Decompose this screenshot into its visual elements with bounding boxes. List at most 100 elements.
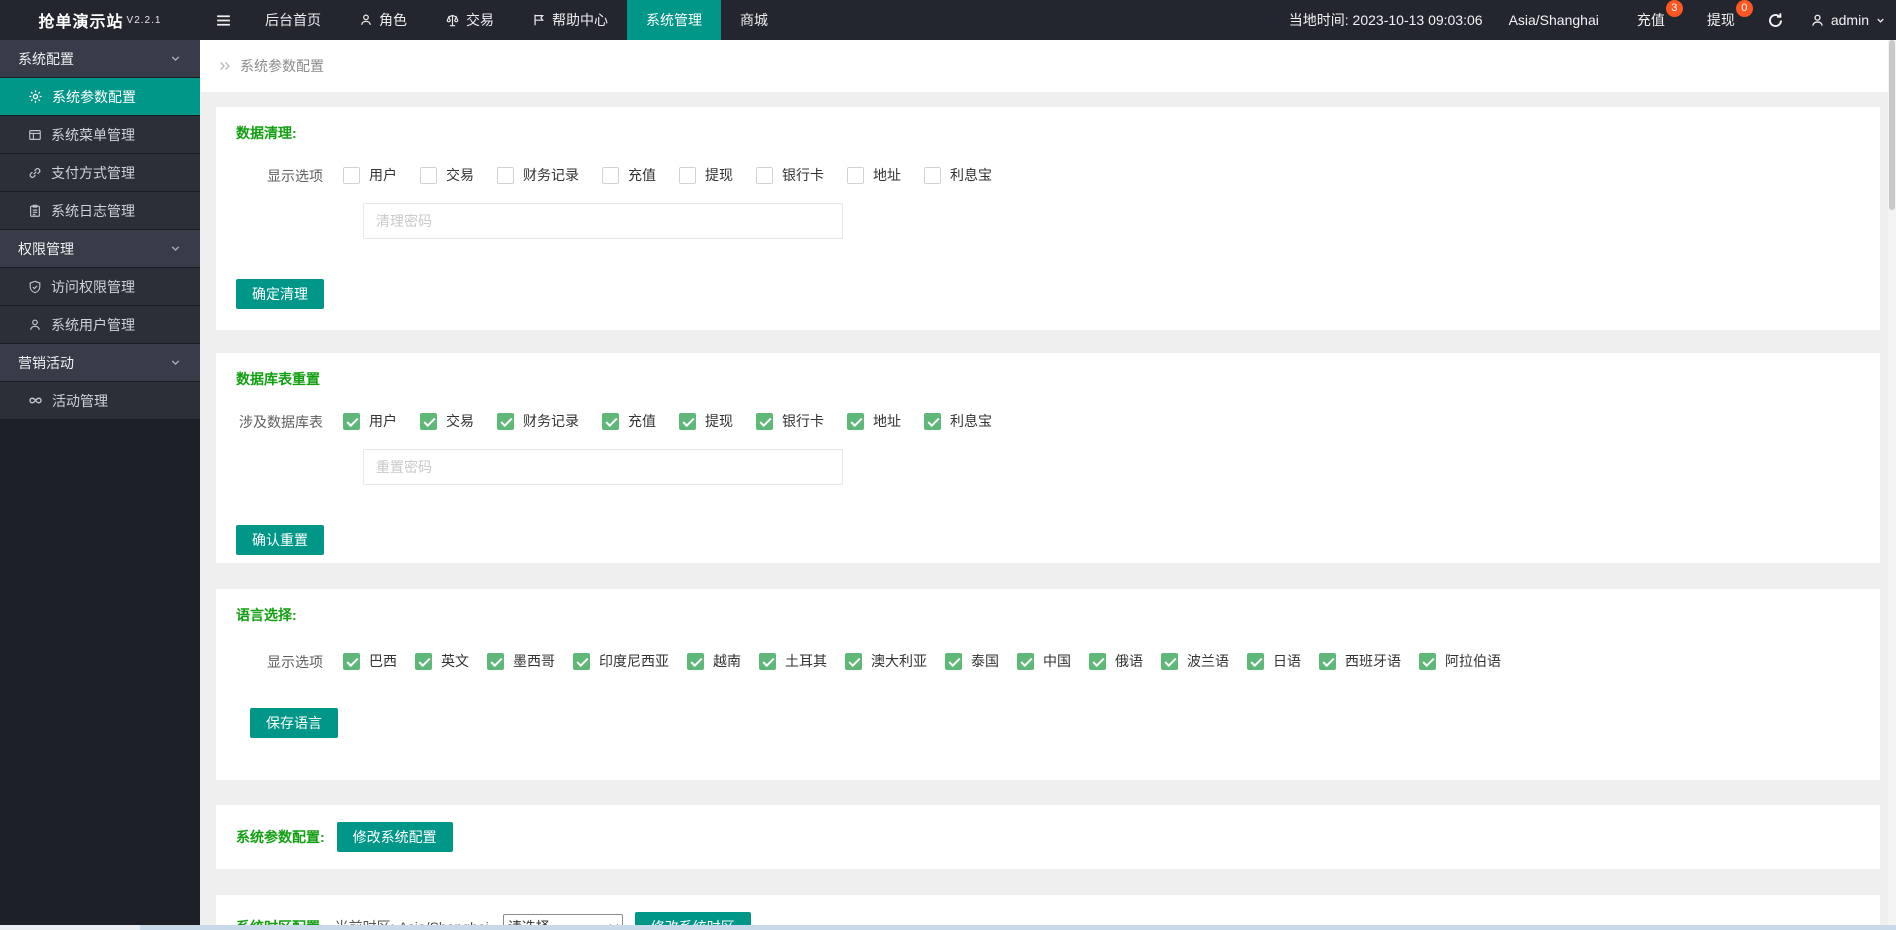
checkbox-checked-icon[interactable] — [845, 653, 862, 670]
checkbox-label: 日语 — [1273, 651, 1301, 671]
checkbox-checked-icon[interactable] — [343, 413, 360, 430]
topnav-item[interactable]: 帮助中心 — [513, 0, 627, 40]
save-language-button[interactable]: 保存语言 — [250, 708, 338, 738]
checkbox-option[interactable]: 利息宝 — [924, 411, 992, 431]
checkbox-option[interactable]: 波兰语 — [1161, 651, 1229, 671]
checkbox-option[interactable]: 印度尼西亚 — [573, 651, 669, 671]
checkbox-option[interactable]: 越南 — [687, 651, 741, 671]
user-menu[interactable]: admin — [1810, 12, 1896, 28]
checkbox-option[interactable]: 提现 — [679, 411, 733, 431]
checkbox-checked-icon[interactable] — [1319, 653, 1336, 670]
checkbox-checked-icon[interactable] — [1161, 653, 1178, 670]
checkbox-option[interactable]: 墨西哥 — [487, 651, 555, 671]
checkbox-option[interactable]: 财务记录 — [497, 165, 579, 185]
checkbox-checked-icon[interactable] — [415, 653, 432, 670]
reset-options: 用户 交易 财务记录 充值 提现 银行卡 地址 利息宝 — [343, 411, 1015, 433]
reset-password-input[interactable] — [363, 449, 843, 485]
topnav-item[interactable]: 后台首页 — [246, 0, 340, 40]
checkbox-checked-icon[interactable] — [1247, 653, 1264, 670]
sidebar-group[interactable]: 营销活动 — [0, 344, 200, 382]
checkbox-option[interactable]: 财务记录 — [497, 411, 579, 431]
sidebar-item[interactable]: 系统日志管理 — [0, 192, 200, 230]
sidebar-group[interactable]: 系统配置 — [0, 40, 200, 78]
confirm-reset-button[interactable]: 确认重置 — [236, 525, 324, 555]
checkbox-option[interactable]: 泰国 — [945, 651, 999, 671]
checkbox-checked-icon[interactable] — [602, 413, 619, 430]
clean-password-input[interactable] — [363, 203, 843, 239]
sidebar-item[interactable]: 访问权限管理 — [0, 268, 200, 306]
vertical-scrollbar-thumb[interactable] — [1889, 40, 1895, 210]
topnav-item-label: 帮助中心 — [552, 10, 608, 30]
checkbox-option[interactable]: 阿拉伯语 — [1419, 651, 1501, 671]
checkbox-unchecked-icon[interactable] — [924, 167, 941, 184]
checkbox-checked-icon[interactable] — [756, 413, 773, 430]
checkbox-checked-icon[interactable] — [420, 413, 437, 430]
checkbox-option[interactable]: 俄语 — [1089, 651, 1143, 671]
sidebar-item-label: 访问权限管理 — [51, 277, 135, 297]
checkbox-option[interactable]: 交易 — [420, 411, 474, 431]
checkbox-label: 越南 — [713, 651, 741, 671]
checkbox-option[interactable]: 用户 — [343, 411, 397, 431]
checkbox-option[interactable]: 澳大利亚 — [845, 651, 927, 671]
checkbox-option[interactable]: 充值 — [602, 165, 656, 185]
checkbox-option[interactable]: 英文 — [415, 651, 469, 671]
refresh-icon[interactable] — [1767, 12, 1784, 29]
sidebar-item[interactable]: 系统用户管理 — [0, 306, 200, 344]
sidebar-item[interactable]: 系统菜单管理 — [0, 116, 200, 154]
sidebar-item[interactable]: 支付方式管理 — [0, 154, 200, 192]
topnav-item[interactable]: 系统管理 — [627, 0, 721, 40]
checkbox-checked-icon[interactable] — [759, 653, 776, 670]
checkbox-option[interactable]: 地址 — [847, 411, 901, 431]
checkbox-unchecked-icon[interactable] — [343, 167, 360, 184]
checkbox-checked-icon[interactable] — [847, 413, 864, 430]
checkbox-unchecked-icon[interactable] — [756, 167, 773, 184]
checkbox-unchecked-icon[interactable] — [602, 167, 619, 184]
withdraw-button[interactable]: 提现 0 — [1697, 10, 1745, 30]
checkbox-unchecked-icon[interactable] — [420, 167, 437, 184]
topnav-item[interactable]: 商城 — [721, 0, 787, 40]
hamburger-icon[interactable] — [200, 0, 246, 40]
checkbox-checked-icon[interactable] — [487, 653, 504, 670]
brand-logo[interactable]: 抢单演示站 V2.2.1 — [0, 0, 200, 40]
checkbox-checked-icon[interactable] — [687, 653, 704, 670]
sidebar-group[interactable]: 权限管理 — [0, 230, 200, 268]
checkbox-option[interactable]: 巴西 — [343, 651, 397, 671]
checkbox-checked-icon[interactable] — [1017, 653, 1034, 670]
sidebar-item[interactable]: 活动管理 — [0, 382, 200, 420]
horizontal-scrollbar[interactable] — [0, 925, 1896, 930]
checkbox-unchecked-icon[interactable] — [497, 167, 514, 184]
checkbox-checked-icon[interactable] — [679, 413, 696, 430]
checkbox-option[interactable]: 银行卡 — [756, 411, 824, 431]
modify-system-config-button[interactable]: 修改系统配置 — [337, 822, 453, 852]
checkbox-option[interactable]: 提现 — [679, 165, 733, 185]
checkbox-option[interactable]: 日语 — [1247, 651, 1301, 671]
checkbox-option[interactable]: 交易 — [420, 165, 474, 185]
checkbox-option[interactable]: 充值 — [602, 411, 656, 431]
sidebar-item[interactable]: 系统参数配置 — [0, 78, 200, 116]
checkbox-option[interactable]: 用户 — [343, 165, 397, 185]
horizontal-scrollbar-thumb[interactable] — [140, 925, 1896, 930]
topnav-item[interactable]: 角色 — [340, 0, 426, 40]
recharge-button[interactable]: 充值 3 — [1627, 10, 1675, 30]
checkbox-checked-icon[interactable] — [343, 653, 360, 670]
checkbox-checked-icon[interactable] — [1419, 653, 1436, 670]
checkbox-option[interactable]: 利息宝 — [924, 165, 992, 185]
checkbox-unchecked-icon[interactable] — [847, 167, 864, 184]
checkbox-checked-icon[interactable] — [1089, 653, 1106, 670]
checkbox-checked-icon[interactable] — [573, 653, 590, 670]
confirm-clean-button[interactable]: 确定清理 — [236, 279, 324, 309]
checkbox-option[interactable]: 西班牙语 — [1319, 651, 1401, 671]
checkbox-option[interactable]: 土耳其 — [759, 651, 827, 671]
vertical-scrollbar[interactable] — [1888, 40, 1896, 925]
checkbox-checked-icon[interactable] — [945, 653, 962, 670]
row-label: 涉及数据库表 — [236, 412, 343, 432]
checkbox-option[interactable]: 银行卡 — [756, 165, 824, 185]
checkbox-checked-icon[interactable] — [924, 413, 941, 430]
checkbox-checked-icon[interactable] — [497, 413, 514, 430]
checkbox-label: 利息宝 — [950, 411, 992, 431]
top-header: 抢单演示站 V2.2.1 后台首页角色交易帮助中心系统管理商城 当地时间: 20… — [0, 0, 1896, 40]
topnav-item[interactable]: 交易 — [426, 0, 513, 40]
checkbox-option[interactable]: 中国 — [1017, 651, 1071, 671]
checkbox-unchecked-icon[interactable] — [679, 167, 696, 184]
checkbox-option[interactable]: 地址 — [847, 165, 901, 185]
